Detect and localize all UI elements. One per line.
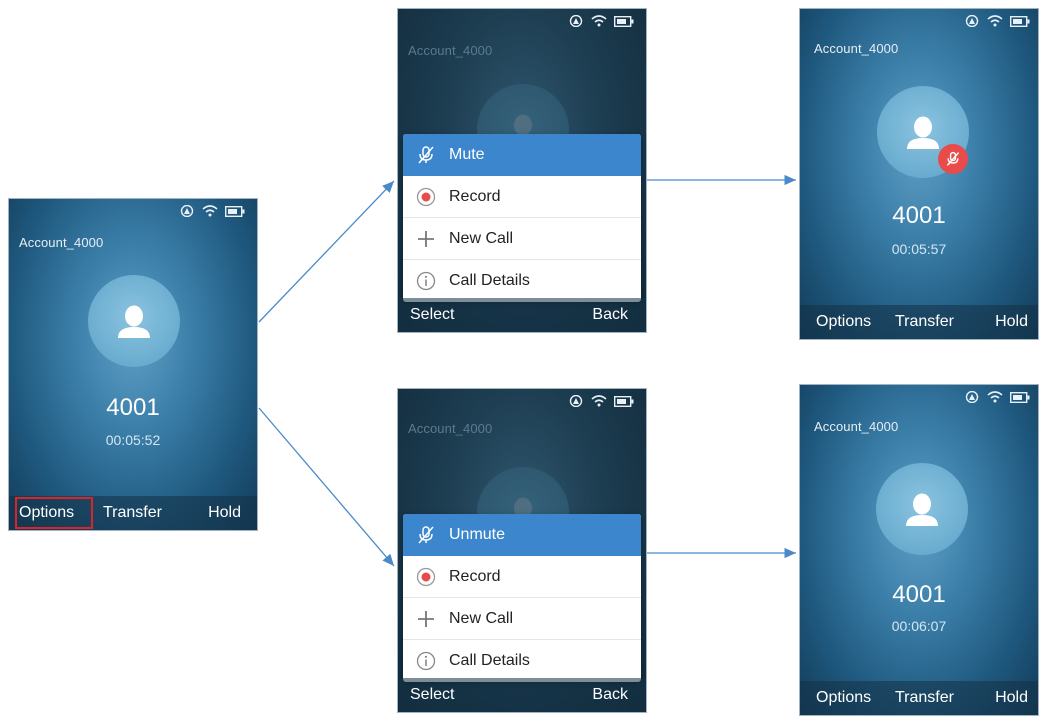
- call-screen-initial: Account_4000 4001 00:05:52 Options Trans…: [8, 198, 258, 531]
- status-bar: [964, 15, 1030, 27]
- mic-off-icon: [415, 144, 437, 166]
- menu-item-label: Call Details: [449, 272, 530, 289]
- signal-icon: [965, 15, 979, 27]
- transfer-softkey[interactable]: Transfer: [103, 504, 162, 522]
- select-softkey[interactable]: Select: [410, 686, 454, 704]
- call-number: 4001: [892, 202, 946, 229]
- options-highlight-box: [15, 497, 93, 529]
- mic-off-icon: [946, 151, 960, 166]
- status-bar: [964, 391, 1030, 403]
- menu-item-record[interactable]: Record: [403, 556, 641, 598]
- menu-item-record[interactable]: Record: [403, 176, 641, 218]
- battery-icon: [1010, 391, 1030, 403]
- menu-item-mute[interactable]: Mute: [403, 134, 641, 176]
- account-label: Account_4000: [814, 419, 899, 434]
- menu-item-label: Call Details: [449, 652, 530, 669]
- arrow-to-mute-menu: [258, 180, 395, 323]
- softkey-bar: Select Back: [398, 298, 646, 332]
- menu-item-label: New Call: [449, 609, 514, 627]
- softkey-bar: Options Transfer Hold: [800, 305, 1038, 339]
- menu-item-label: New Call: [449, 229, 514, 247]
- options-menu: Mute Record New Call Call Details: [403, 134, 641, 302]
- battery-icon: [614, 15, 634, 27]
- signal-icon: [180, 205, 194, 217]
- signal-icon: [569, 15, 583, 27]
- battery-icon: [225, 205, 245, 217]
- wifi-icon: [987, 391, 1003, 403]
- call-screen-unmuted: Account_4000 4001 00:06:07 Options Trans…: [799, 384, 1039, 716]
- menu-item-call-details[interactable]: Call Details: [403, 640, 641, 682]
- back-softkey[interactable]: Back: [592, 686, 628, 704]
- call-timer: 00:06:07: [891, 618, 947, 634]
- account-label: Account_4000: [408, 421, 493, 436]
- arrow-to-unmute-menu: [258, 407, 395, 567]
- wifi-icon: [987, 15, 1003, 27]
- person-icon: [118, 305, 150, 338]
- plus-icon: [415, 228, 437, 250]
- menu-item-new-call[interactable]: New Call: [403, 598, 641, 640]
- menu-item-new-call[interactable]: New Call: [403, 218, 641, 260]
- account-label: Account_4000: [19, 235, 104, 250]
- options-menu-screen-unmute: Account_4000 Unmute Record New Call Call…: [397, 388, 647, 713]
- call-number: 4001: [892, 581, 946, 608]
- call-number: 4001: [106, 394, 160, 421]
- battery-icon: [1010, 15, 1030, 27]
- contact-avatar: [876, 463, 968, 555]
- select-softkey[interactable]: Select: [410, 306, 454, 324]
- transfer-softkey[interactable]: Transfer: [895, 689, 954, 707]
- signal-icon: [965, 391, 979, 403]
- contact-avatar: [88, 275, 180, 367]
- wifi-icon: [591, 395, 607, 407]
- plus-icon: [415, 608, 437, 630]
- menu-item-call-details[interactable]: Call Details: [403, 260, 641, 302]
- mic-off-icon: [415, 524, 437, 546]
- menu-item-label: Record: [449, 567, 501, 585]
- hold-softkey[interactable]: Hold: [208, 504, 241, 522]
- status-bar: [179, 205, 245, 217]
- softkey-bar: Options Transfer Hold: [800, 681, 1038, 715]
- info-icon: [415, 270, 437, 292]
- hold-softkey[interactable]: Hold: [995, 689, 1028, 707]
- status-bar: [568, 15, 634, 27]
- menu-item-unmute[interactable]: Unmute: [403, 514, 641, 556]
- signal-icon: [569, 395, 583, 407]
- record-icon: [415, 186, 437, 208]
- menu-item-label: Record: [449, 187, 501, 205]
- back-softkey[interactable]: Back: [592, 306, 628, 324]
- muted-badge: [938, 144, 968, 174]
- person-icon: [907, 116, 939, 149]
- menu-item-label: Mute: [449, 146, 485, 163]
- record-icon: [415, 566, 437, 588]
- call-timer: 00:05:57: [891, 241, 947, 257]
- wifi-icon: [202, 205, 218, 217]
- options-menu-screen-mute: Account_4000 Mute Record New Call Call D…: [397, 8, 647, 333]
- account-label: Account_4000: [814, 41, 899, 56]
- info-icon: [415, 650, 437, 672]
- softkey-bar: Select Back: [398, 678, 646, 712]
- call-screen-muted: Account_4000 4001 00:05:57 Options Trans…: [799, 8, 1039, 340]
- options-menu: Unmute Record New Call Call Details: [403, 514, 641, 682]
- options-softkey[interactable]: Options: [816, 689, 871, 707]
- battery-icon: [614, 395, 634, 407]
- hold-softkey[interactable]: Hold: [995, 313, 1028, 331]
- status-bar: [568, 395, 634, 407]
- options-softkey[interactable]: Options: [816, 313, 871, 331]
- menu-item-label: Unmute: [449, 526, 506, 543]
- person-icon: [906, 493, 938, 526]
- call-timer: 00:05:52: [105, 432, 161, 448]
- transfer-softkey[interactable]: Transfer: [895, 313, 954, 331]
- wifi-icon: [591, 15, 607, 27]
- account-label: Account_4000: [408, 43, 493, 58]
